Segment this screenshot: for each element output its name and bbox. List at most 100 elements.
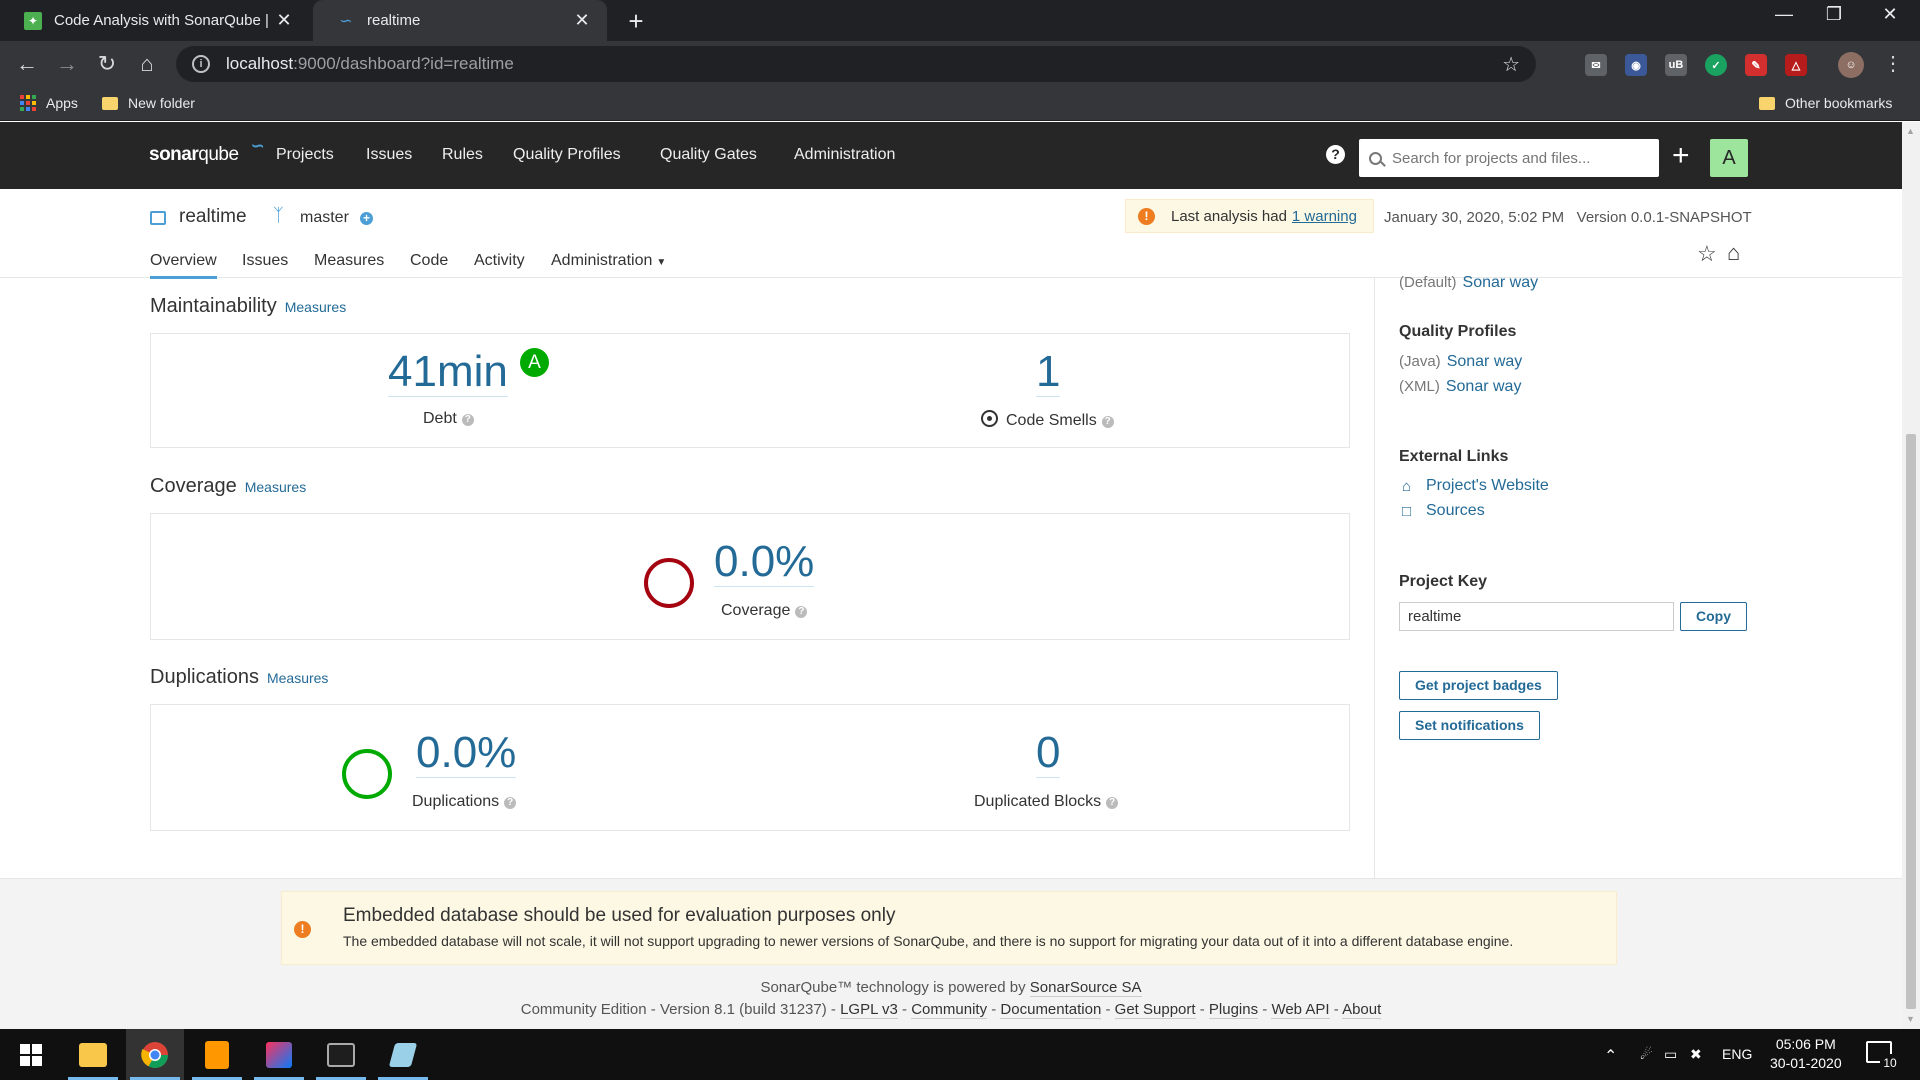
system-clock[interactable]: 05:06 PM 30-01-2020 [1770, 1035, 1842, 1073]
help-icon[interactable]: ? [1101, 416, 1114, 428]
footer-link-documentation[interactable]: Documentation [1000, 1001, 1102, 1019]
browser-menu-icon[interactable]: ⋮ [1878, 49, 1908, 79]
scroll-up-icon[interactable]: ▲ [1906, 126, 1915, 136]
get-project-badges-button[interactable]: Get project badges [1399, 671, 1558, 700]
acrobat-extension-icon[interactable]: △ [1785, 54, 1807, 76]
taskbar-file-explorer[interactable] [64, 1029, 122, 1080]
sonarsource-link[interactable]: SonarSource SA [1029, 979, 1142, 997]
nav-projects[interactable]: Projects [276, 146, 334, 164]
network-icon[interactable]: ☄ [1640, 1046, 1653, 1063]
tab-activity[interactable]: Activity [474, 252, 525, 270]
warning-link[interactable]: 1 warning [1292, 208, 1357, 225]
browser-tab-realtime[interactable]: ∽ realtime ✕ [313, 0, 607, 41]
minimize-window-icon[interactable]: — [1764, 4, 1804, 25]
create-new-icon[interactable]: + [1672, 139, 1690, 173]
site-info-icon[interactable]: i [192, 55, 210, 73]
ublock-extension-icon[interactable]: uB [1665, 54, 1687, 76]
coverage-value[interactable]: 0.0% [714, 538, 815, 587]
taskbar-app[interactable] [374, 1029, 432, 1080]
copy-key-button[interactable]: Copy [1680, 602, 1747, 631]
scrollbar-thumb[interactable] [1906, 434, 1916, 1009]
help-icon[interactable]: ? [795, 606, 808, 618]
project-website-link[interactable]: ⌂ Project's Website [1402, 477, 1549, 495]
project-name[interactable]: realtime [179, 206, 247, 228]
pdf-tool-extension-icon[interactable]: ✎ [1745, 54, 1767, 76]
quality-gate-link[interactable]: Sonar way [1463, 274, 1539, 291]
footer-link-license[interactable]: LGPL v3 [840, 1001, 898, 1019]
add-branch-icon[interactable]: + [360, 212, 373, 225]
duplications-value[interactable]: 0.0% [416, 729, 517, 778]
forward-icon[interactable]: → [52, 49, 82, 79]
close-window-icon[interactable]: ✕ [1870, 4, 1910, 25]
nav-issues[interactable]: Issues [366, 146, 412, 164]
taskbar-chrome[interactable] [126, 1029, 184, 1080]
tab-measures[interactable]: Measures [314, 252, 384, 270]
tab-overview[interactable]: Overview [150, 252, 217, 279]
nav-quality-profiles[interactable]: Quality Profiles [513, 146, 621, 164]
profile-avatar-icon[interactable]: ☺ [1838, 52, 1864, 78]
help-icon[interactable]: ? [504, 797, 517, 809]
new-tab-button[interactable]: + [622, 6, 650, 37]
duplicated-blocks-value[interactable]: 0 [1036, 729, 1061, 778]
folder-icon [102, 96, 118, 110]
duplications-measures-link[interactable]: Measures [267, 670, 328, 686]
footer-link-plugins[interactable]: Plugins [1208, 1001, 1259, 1019]
help-icon[interactable]: ? [1106, 797, 1119, 809]
close-tab-icon[interactable]: ✕ [571, 10, 593, 31]
sources-link[interactable]: □ Sources [1402, 502, 1485, 520]
scroll-down-icon[interactable]: ▼ [1906, 1014, 1915, 1024]
favorite-star-icon[interactable]: ☆ [1697, 241, 1717, 267]
nav-administration[interactable]: Administration [794, 146, 895, 164]
nav-rules[interactable]: Rules [442, 146, 483, 164]
battery-icon[interactable]: ▭ [1664, 1046, 1677, 1063]
bookmark-star-icon[interactable]: ☆ [1502, 52, 1520, 77]
close-tab-icon[interactable]: ✕ [273, 10, 295, 31]
profile-link-xml[interactable]: Sonar way [1446, 378, 1522, 395]
mail-extension-icon[interactable]: ✉ [1585, 54, 1607, 76]
reload-icon[interactable]: ↻ [92, 49, 122, 79]
shield-extension-icon[interactable]: ✓ [1705, 54, 1727, 76]
global-search[interactable] [1359, 139, 1659, 177]
taskbar-terminal[interactable] [312, 1029, 370, 1080]
volume-muted-icon[interactable]: ✖ [1690, 1046, 1702, 1063]
set-home-icon[interactable]: ⌂ [1727, 240, 1740, 266]
footer-link-about[interactable]: About [1342, 1001, 1382, 1019]
address-bar[interactable]: i localhost:9000/dashboard?id=realtime ☆ [176, 46, 1536, 82]
branch-name[interactable]: master [300, 209, 349, 227]
set-notifications-button[interactable]: Set notifications [1399, 711, 1540, 740]
footer-link-support[interactable]: Get Support [1114, 1001, 1196, 1019]
search-input[interactable] [1392, 149, 1642, 167]
taskbar-sublime[interactable] [188, 1029, 246, 1080]
coverage-measures-link[interactable]: Measures [245, 479, 306, 495]
back-icon[interactable]: ← [12, 49, 42, 79]
bookmark-new-folder[interactable]: New folder [102, 95, 195, 111]
code-smells-value[interactable]: 1 [1036, 348, 1061, 397]
maintainability-rating[interactable]: A [520, 348, 549, 377]
sonarqube-logo[interactable]: sonarqube ∽ [149, 138, 264, 166]
tab-code[interactable]: Code [410, 252, 448, 270]
help-icon[interactable]: ? [461, 414, 474, 426]
tab-issues[interactable]: Issues [242, 252, 288, 270]
profile-link-java[interactable]: Sonar way [1447, 353, 1523, 370]
start-button[interactable] [2, 1029, 60, 1080]
tab-administration[interactable]: Administration ▼ [551, 252, 666, 270]
help-icon[interactable]: ? [1326, 145, 1345, 164]
nav-quality-gates[interactable]: Quality Gates [660, 146, 757, 164]
bookmark-apps[interactable]: Apps [20, 95, 78, 111]
project-key-field[interactable]: realtime [1399, 602, 1674, 631]
page-scrollbar[interactable]: ▲ ▼ [1902, 122, 1920, 1029]
show-hidden-icons-icon[interactable]: ⌃ [1604, 1046, 1617, 1066]
restore-window-icon[interactable]: ❐ [1814, 4, 1854, 25]
taskbar-intellij[interactable] [250, 1029, 308, 1080]
browser-tab-sonarqube-course[interactable]: ✦ Code Analysis with SonarQube | I ✕ [0, 0, 309, 41]
language-indicator[interactable]: ENG [1722, 1046, 1752, 1062]
url-text[interactable]: localhost:9000/dashboard?id=realtime [226, 54, 1502, 74]
footer-link-community[interactable]: Community [911, 1001, 988, 1019]
footer-link-web-api[interactable]: Web API [1271, 1001, 1330, 1019]
maintainability-measures-link[interactable]: Measures [285, 299, 346, 315]
debt-value[interactable]: 41min [388, 348, 508, 397]
user-avatar[interactable]: A [1710, 139, 1748, 177]
bookmark-other[interactable]: Other bookmarks [1759, 95, 1892, 111]
extension-icon[interactable]: ◉ [1625, 54, 1647, 76]
home-icon[interactable]: ⌂ [132, 49, 162, 79]
